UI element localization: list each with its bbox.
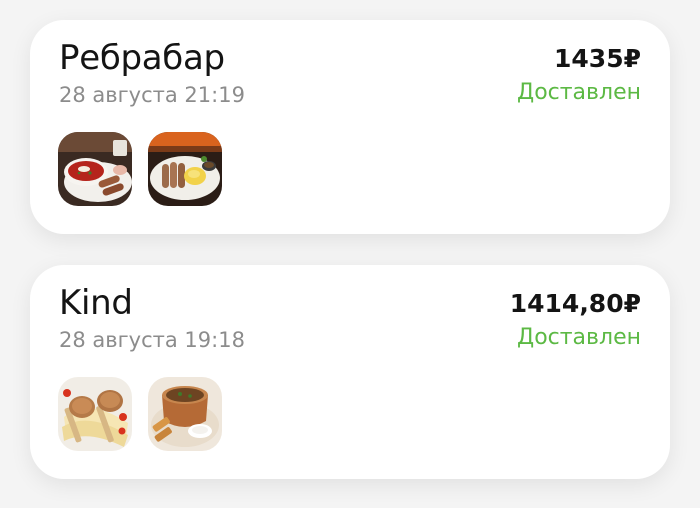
order-items: [58, 132, 222, 206]
soup-pot-dish-image: [148, 377, 222, 451]
order-status: Доставлен: [517, 80, 641, 105]
sausages-mashed-potatoes-image: [148, 132, 222, 206]
restaurant-name: Kind: [59, 283, 133, 323]
order-price: 1414,80₽: [509, 289, 641, 318]
restaurant-name: Ребрабар: [59, 38, 225, 78]
order-status: Доставлен: [517, 325, 641, 350]
cutlets-dish-image: [58, 377, 132, 451]
order-date: 28 августа 19:18: [59, 328, 245, 352]
borscht-dish-image: [58, 132, 132, 206]
order-price: 1435₽: [554, 44, 641, 73]
order-card-kind[interactable]: Kind 28 августа 19:18 1414,80₽ Доставлен: [30, 265, 670, 479]
order-card-rebrabar[interactable]: Ребрабар 28 августа 21:19 1435₽ Доставле…: [30, 20, 670, 234]
order-date: 28 августа 21:19: [59, 83, 245, 107]
order-items: [58, 377, 222, 451]
